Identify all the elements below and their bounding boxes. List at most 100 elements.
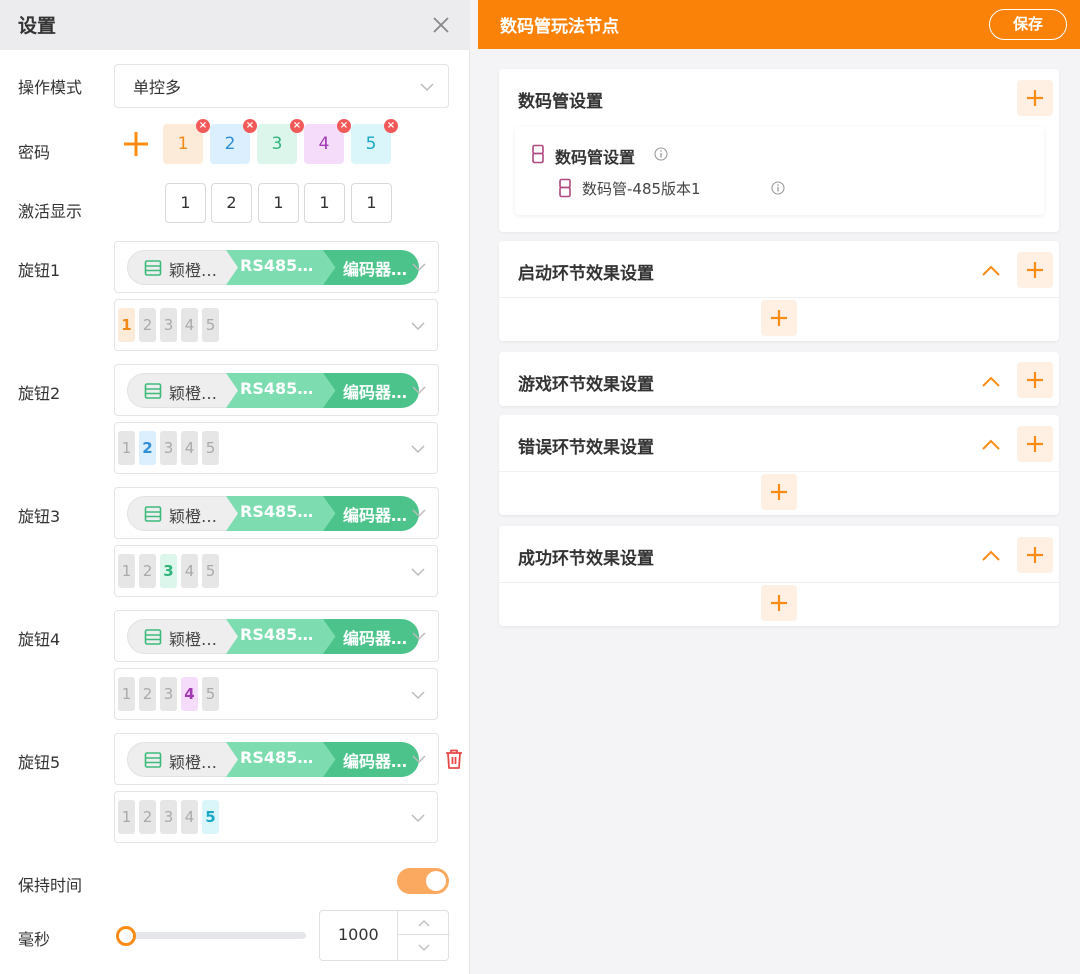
knob-value-select[interactable]: 12345: [114, 668, 438, 720]
encoder-segment[interactable]: 编码器…: [323, 619, 419, 654]
ms-label: 毫秒: [18, 930, 51, 949]
knob-option-chip[interactable]: 5: [202, 308, 219, 342]
knob-option-chip[interactable]: 3: [160, 677, 177, 711]
knob-device-select[interactable]: 颖橙… RS485… 编码器…: [114, 364, 439, 416]
knob-device-select[interactable]: 颖橙… RS485… 编码器…: [114, 487, 439, 539]
knob-option-chip[interactable]: 4: [181, 800, 198, 834]
encoder-name: 编码器…: [343, 383, 408, 402]
device-path-chain: 颖橙… RS485… 编码器…: [127, 250, 423, 285]
tree-child-label[interactable]: 数码管-485版本1: [582, 178, 701, 199]
encoder-segment[interactable]: 编码器…: [323, 250, 419, 285]
hold-time-label: 保持时间: [18, 876, 83, 895]
activation-value-box[interactable]: 1: [258, 183, 299, 223]
knob-option-chip[interactable]: 5: [202, 800, 219, 834]
knob-value-select[interactable]: 12345: [114, 422, 438, 474]
add-effect-icon[interactable]: [761, 585, 797, 621]
success-effect-card: 成功环节效果设置: [499, 526, 1059, 626]
add-icon[interactable]: [1017, 80, 1053, 116]
password-chip[interactable]: 4 ×: [304, 119, 351, 164]
device-name: 颖橙…: [169, 630, 218, 649]
collapse-caret-icon[interactable]: [981, 548, 1001, 562]
node-title: 数码管玩法节点: [500, 17, 619, 37]
knob-device-select[interactable]: 颖橙… RS485… 编码器…: [114, 610, 439, 662]
knob-option-chip[interactable]: 4: [181, 431, 198, 465]
chevron-down-icon: [411, 754, 427, 764]
password-chip[interactable]: 3 ×: [257, 119, 304, 164]
info-icon[interactable]: [771, 181, 785, 195]
knob-option-chip[interactable]: 3: [160, 800, 177, 834]
knob-option-chip[interactable]: 1: [118, 431, 135, 465]
knob-option-chip[interactable]: 5: [202, 554, 219, 588]
knob-option-chip[interactable]: 3: [160, 554, 177, 588]
password-chip[interactable]: 5 ×: [351, 119, 398, 164]
hold-time-toggle[interactable]: [397, 868, 449, 894]
knob-option-chip[interactable]: 4: [181, 677, 198, 711]
password-chip[interactable]: 2 ×: [210, 119, 257, 164]
password-chip[interactable]: 1 ×: [163, 119, 210, 164]
add-effect-icon[interactable]: [761, 300, 797, 336]
step-up-button[interactable]: [398, 911, 450, 935]
close-icon[interactable]: [430, 14, 452, 36]
activation-value-box[interactable]: 1: [351, 183, 392, 223]
knob-option-chip[interactable]: 2: [139, 677, 156, 711]
knob-option-chip[interactable]: 2: [139, 800, 156, 834]
knob-option-chip[interactable]: 1: [118, 308, 135, 342]
add-icon[interactable]: [1017, 252, 1053, 288]
remove-chip-icon[interactable]: ×: [337, 119, 351, 133]
device-path-chain: 颖橙… RS485… 编码器…: [127, 742, 423, 777]
collapse-caret-icon[interactable]: [981, 437, 1001, 451]
add-icon[interactable]: [1017, 426, 1053, 462]
knob-device-select[interactable]: 颖橙… RS485… 编码器…: [114, 241, 439, 293]
knob-option-chip[interactable]: 3: [160, 308, 177, 342]
knob-option-chip[interactable]: 1: [118, 677, 135, 711]
table-list-icon: [144, 751, 162, 769]
knob-option-chip[interactable]: 2: [139, 431, 156, 465]
step-down-button[interactable]: [398, 936, 450, 960]
protocol-name: RS485…: [240, 748, 314, 767]
add-icon[interactable]: [1017, 537, 1053, 573]
activation-value-box[interactable]: 1: [165, 183, 206, 223]
save-button[interactable]: 保存: [989, 9, 1067, 40]
remove-chip-icon[interactable]: ×: [243, 119, 257, 133]
remove-chip-icon[interactable]: ×: [196, 119, 210, 133]
ms-number-input[interactable]: 1000: [319, 910, 450, 961]
activation-value-box[interactable]: 1: [304, 183, 345, 223]
mode-select[interactable]: 单控多: [114, 64, 449, 108]
knob-option-chip[interactable]: 5: [202, 431, 219, 465]
info-icon[interactable]: [654, 147, 668, 161]
add-icon[interactable]: [1017, 362, 1053, 398]
collapse-caret-icon[interactable]: [981, 263, 1001, 277]
knob-value-select[interactable]: 12345: [114, 791, 438, 843]
knob-device-select[interactable]: 颖橙… RS485… 编码器…: [114, 733, 439, 785]
knob-option-chip[interactable]: 3: [160, 431, 177, 465]
chevron-down-icon: [411, 262, 427, 272]
mode-label: 操作模式: [18, 78, 83, 97]
knob-value-select[interactable]: 12345: [114, 299, 438, 351]
knob-option-chip[interactable]: 5: [202, 677, 219, 711]
encoder-segment[interactable]: 编码器…: [323, 742, 419, 777]
card-title: 启动环节效果设置: [518, 264, 654, 284]
knob-value-select[interactable]: 12345: [114, 545, 438, 597]
encoder-segment[interactable]: 编码器…: [323, 373, 419, 408]
knob-option-chip[interactable]: 1: [118, 554, 135, 588]
knob-option-chip[interactable]: 2: [139, 308, 156, 342]
trash-icon[interactable]: [444, 748, 464, 770]
encoder-segment[interactable]: 编码器…: [323, 496, 419, 531]
remove-chip-icon[interactable]: ×: [290, 119, 304, 133]
chevron-down-icon: [419, 82, 435, 92]
ms-slider-track[interactable]: [126, 932, 306, 939]
knob-option-chip[interactable]: 1: [118, 800, 135, 834]
knob-option-chip[interactable]: 4: [181, 308, 198, 342]
remove-chip-icon[interactable]: ×: [384, 119, 398, 133]
activation-value-box[interactable]: 2: [211, 183, 252, 223]
tree-parent-label[interactable]: 数码管设置: [555, 144, 635, 168]
start-effect-card: 启动环节效果设置: [499, 241, 1059, 341]
knob-option-chip[interactable]: 2: [139, 554, 156, 588]
collapse-caret-icon[interactable]: [981, 374, 1001, 388]
add-password-icon[interactable]: [122, 130, 150, 158]
ms-slider-handle[interactable]: [116, 926, 136, 946]
knob-option-chip[interactable]: 4: [181, 554, 198, 588]
add-effect-icon[interactable]: [761, 474, 797, 510]
device-path-chain: 颖橙… RS485… 编码器…: [127, 373, 423, 408]
chevron-down-icon: [410, 567, 426, 577]
